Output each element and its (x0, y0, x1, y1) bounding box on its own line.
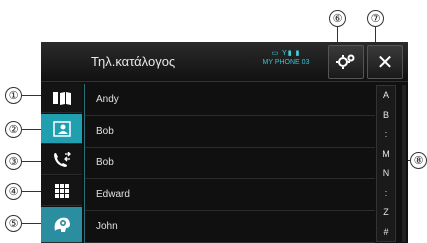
callout-line-4 (22, 191, 43, 192)
list-item[interactable]: Andy (85, 84, 375, 116)
callout-1: ① (5, 87, 22, 104)
gear-icon (336, 54, 355, 69)
device-name: MY PHONE 03 (262, 59, 310, 66)
index-letter[interactable]: N (377, 164, 395, 184)
callout-7: ⑦ (367, 10, 384, 27)
callout-5: ⑤ (5, 215, 22, 232)
callout-6: ⑥ (329, 10, 346, 27)
voice-recognition-icon (54, 217, 70, 232)
list-item[interactable]: Bob (85, 148, 375, 180)
index-letter[interactable]: # (377, 223, 395, 243)
index-letter[interactable]: Z (377, 203, 395, 223)
page-title: Τηλ.κατάλογος (91, 54, 176, 69)
sidebar-item-call-history[interactable] (41, 145, 82, 175)
close-button[interactable]: ✕ (367, 45, 403, 79)
callout-line-5 (22, 223, 43, 224)
call-history-icon (53, 151, 71, 167)
contact-card-icon (52, 120, 71, 137)
callout-2: ② (5, 121, 22, 138)
contact-list: Andy Bob Bob Edward John (85, 84, 375, 243)
list-item[interactable]: John (85, 211, 375, 243)
index-letter[interactable]: B (377, 106, 395, 126)
close-icon: ✕ (376, 51, 394, 74)
sidebar-item-contacts[interactable] (41, 114, 82, 144)
header-bar: Τηλ.κατάλογος ▭ Y▮ ▮ MY PHONE 03 ✕ (41, 42, 408, 82)
index-separator: : (384, 187, 388, 198)
list-item[interactable]: Edward (85, 179, 375, 212)
keypad-icon (54, 183, 69, 198)
callout-line-3 (22, 161, 43, 162)
index-separator: : (384, 129, 388, 139)
scrollbar[interactable] (402, 85, 406, 242)
phone-status-icons: ▭ Y▮ ▮ (271, 50, 301, 57)
phonebook-screen: Τηλ.κατάλογος ▭ Y▮ ▮ MY PHONE 03 ✕ Andy … (41, 42, 408, 243)
list-item[interactable]: Bob (85, 116, 375, 148)
callout-8: ⑧ (410, 152, 427, 169)
sidebar-item-keypad[interactable] (41, 176, 82, 206)
sidebar-item-phonebook[interactable] (41, 83, 82, 113)
sidebar-item-voice[interactable] (41, 207, 82, 243)
callout-4: ④ (5, 183, 22, 200)
settings-button[interactable] (328, 45, 364, 79)
callout-3: ③ (5, 153, 22, 170)
callout-line-2 (22, 129, 43, 130)
index-letter[interactable]: A (377, 86, 395, 106)
phonebook-icon (52, 91, 71, 105)
alphabet-index[interactable]: A B : M N : Z # (376, 85, 396, 242)
callout-line-1 (22, 95, 43, 96)
status-area: ▭ Y▮ ▮ MY PHONE 03 (251, 49, 321, 66)
index-letter[interactable]: M (377, 145, 395, 165)
